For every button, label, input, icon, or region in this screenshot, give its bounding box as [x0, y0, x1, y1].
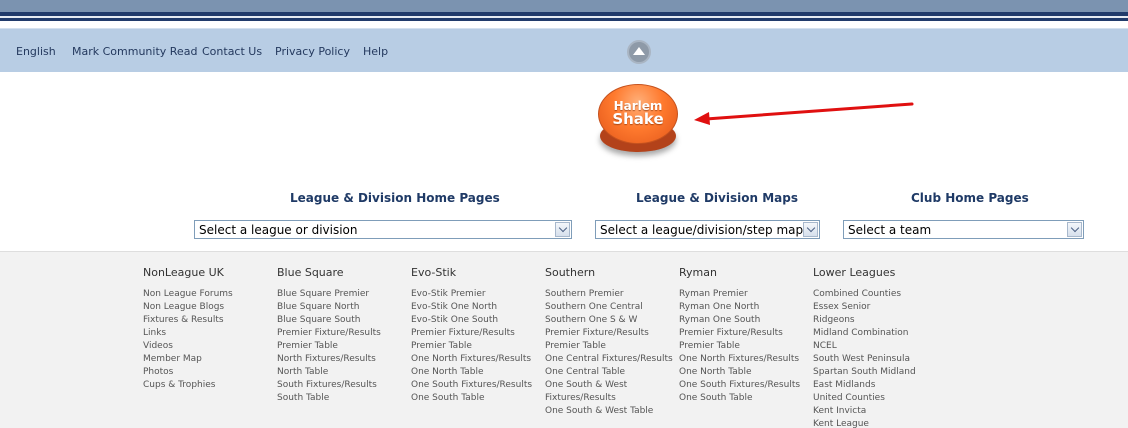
footer-link[interactable]: United Counties: [813, 392, 916, 405]
footer-link[interactable]: East Midlands: [813, 379, 916, 392]
footer-link[interactable]: Southern One S & W: [545, 314, 673, 327]
chevron-down-icon[interactable]: [1067, 222, 1082, 237]
footer-link[interactable]: North Fixtures/Results: [277, 353, 381, 366]
footer-link[interactable]: Premier Fixture/Results: [545, 327, 673, 340]
chevron-down-icon[interactable]: [555, 222, 570, 237]
footer-link[interactable]: Premier Table: [277, 340, 381, 353]
footer-link[interactable]: Kent League: [813, 418, 916, 428]
footer-link[interactable]: Ryman Premier: [679, 288, 800, 301]
footer-link[interactable]: One South & West: [545, 379, 673, 392]
footer-link[interactable]: North Table: [277, 366, 381, 379]
league-maps-title: League & Division Maps: [636, 191, 798, 205]
footer-link[interactable]: One South Fixtures/Results: [679, 379, 800, 392]
footer-link[interactable]: Evo-Stik Premier: [411, 288, 532, 301]
footer-column-heading: NonLeague UK: [143, 266, 224, 279]
footer-link[interactable]: Links: [143, 327, 233, 340]
footer-link[interactable]: Spartan South Midland: [813, 366, 916, 379]
footer-link[interactable]: Evo-Stik One South: [411, 314, 532, 327]
footer-link[interactable]: Kent Invicta: [813, 405, 916, 418]
red-arrow-icon: [694, 102, 914, 125]
footer-link[interactable]: One South Fixtures/Results: [411, 379, 532, 392]
footer-link[interactable]: One North Table: [679, 366, 800, 379]
header-gap: [0, 21, 1128, 28]
nav-link-help[interactable]: Help: [363, 45, 388, 58]
footer-link[interactable]: South Fixtures/Results: [277, 379, 381, 392]
nav-link-privacy-policy[interactable]: Privacy Policy: [275, 45, 350, 58]
top-nav-bar: English Mark Community Read Contact Us P…: [0, 28, 1128, 72]
team-select-value: Select a team: [848, 223, 932, 237]
footer-link[interactable]: NCEL: [813, 340, 916, 353]
footer-link[interactable]: Essex Senior: [813, 301, 916, 314]
footer-link[interactable]: Southern One Central: [545, 301, 673, 314]
page: English Mark Community Read Contact Us P…: [0, 0, 1128, 428]
nav-link-english[interactable]: English: [16, 45, 56, 58]
footer-column-heading: Blue Square: [277, 266, 344, 279]
footer-link[interactable]: Evo-Stik One North: [411, 301, 532, 314]
harlem-shake-button[interactable]: Harlem Shake: [596, 82, 680, 160]
footer-link[interactable]: Ryman One South: [679, 314, 800, 327]
footer-link[interactable]: Premier Fixture/Results: [411, 327, 532, 340]
footer-link[interactable]: Cups & Trophies: [143, 379, 233, 392]
footer-link[interactable]: One North Fixtures/Results: [679, 353, 800, 366]
league-division-select-value: Select a league or division: [199, 223, 358, 237]
footer-link[interactable]: One South Table: [679, 392, 800, 405]
footer-link[interactable]: Videos: [143, 340, 233, 353]
footer-column-ryman: Ryman Ryman Premier Ryman One North Ryman …: [679, 266, 800, 405]
footer-link[interactable]: One North Fixtures/Results: [411, 353, 532, 366]
team-select[interactable]: Select a team: [843, 220, 1084, 239]
footer-link[interactable]: One South Table: [411, 392, 532, 405]
league-map-select-value: Select a league/division/step map: [600, 223, 804, 237]
footer-link[interactable]: Premier Fixture/Results: [277, 327, 381, 340]
scroll-up-icon[interactable]: [627, 40, 651, 64]
footer-link[interactable]: South West Peninsula: [813, 353, 916, 366]
footer-link[interactable]: Combined Counties: [813, 288, 916, 301]
footer-column-lower-leagues: Lower Leagues Combined Counties Essex Sen…: [813, 266, 916, 428]
footer-link[interactable]: Photos: [143, 366, 233, 379]
footer-column-evo-stik: Evo-Stik Evo-Stik Premier Evo-Stik One No…: [411, 266, 532, 405]
footer-column-heading: Evo-Stik: [411, 266, 457, 279]
chevron-down-icon[interactable]: [803, 222, 818, 237]
footer-link[interactable]: Premier Table: [545, 340, 673, 353]
footer-link[interactable]: One Central Table: [545, 366, 673, 379]
footer-column-nonleague-uk: NonLeague UK Non League Forums Non League…: [143, 266, 233, 392]
footer-link[interactable]: Midland Combination: [813, 327, 916, 340]
footer-link[interactable]: Premier Table: [411, 340, 532, 353]
footer-link[interactable]: Blue Square South: [277, 314, 381, 327]
footer-column-southern: Southern Southern Premier Southern One Ce…: [545, 266, 673, 418]
footer-link[interactable]: Blue Square North: [277, 301, 381, 314]
league-home-pages-title: League & Division Home Pages: [290, 191, 500, 205]
footer-column-heading: Southern: [545, 266, 596, 279]
footer-link[interactable]: Member Map: [143, 353, 233, 366]
footer-link[interactable]: One Central Fixtures/Results: [545, 353, 673, 366]
nav-link-contact-us[interactable]: Contact Us: [202, 45, 262, 58]
footer-link[interactable]: One North Table: [411, 366, 532, 379]
footer: NonLeague UK Non League Forums Non League…: [0, 251, 1128, 428]
footer-column-heading: Lower Leagues: [813, 266, 896, 279]
footer-link[interactable]: Premier Fixture/Results: [679, 327, 800, 340]
league-map-select[interactable]: Select a league/division/step map: [595, 220, 820, 239]
footer-link[interactable]: Premier Table: [679, 340, 800, 353]
footer-link[interactable]: Blue Square Premier: [277, 288, 381, 301]
footer-link[interactable]: Non League Forums: [143, 288, 233, 301]
footer-link[interactable]: Ridgeons: [813, 314, 916, 327]
footer-column-heading: Ryman: [679, 266, 717, 279]
footer-link[interactable]: Fixtures & Results: [143, 314, 233, 327]
footer-link[interactable]: Ryman One North: [679, 301, 800, 314]
league-division-select[interactable]: Select a league or division: [194, 220, 572, 239]
header-band: [0, 0, 1128, 12]
nav-link-mark-community-read[interactable]: Mark Community Read: [72, 45, 197, 58]
footer-link[interactable]: South Table: [277, 392, 381, 405]
promo-line-2: Shake: [612, 110, 664, 129]
footer-column-blue-square: Blue Square Blue Square Premier Blue Squa…: [277, 266, 381, 405]
button-cap: Harlem Shake: [598, 84, 678, 144]
footer-link[interactable]: Southern Premier: [545, 288, 673, 301]
footer-link[interactable]: Non League Blogs: [143, 301, 233, 314]
club-home-pages-title: Club Home Pages: [911, 191, 1029, 205]
footer-link[interactable]: Fixtures/Results: [545, 392, 673, 405]
footer-link[interactable]: One South & West Table: [545, 405, 673, 418]
